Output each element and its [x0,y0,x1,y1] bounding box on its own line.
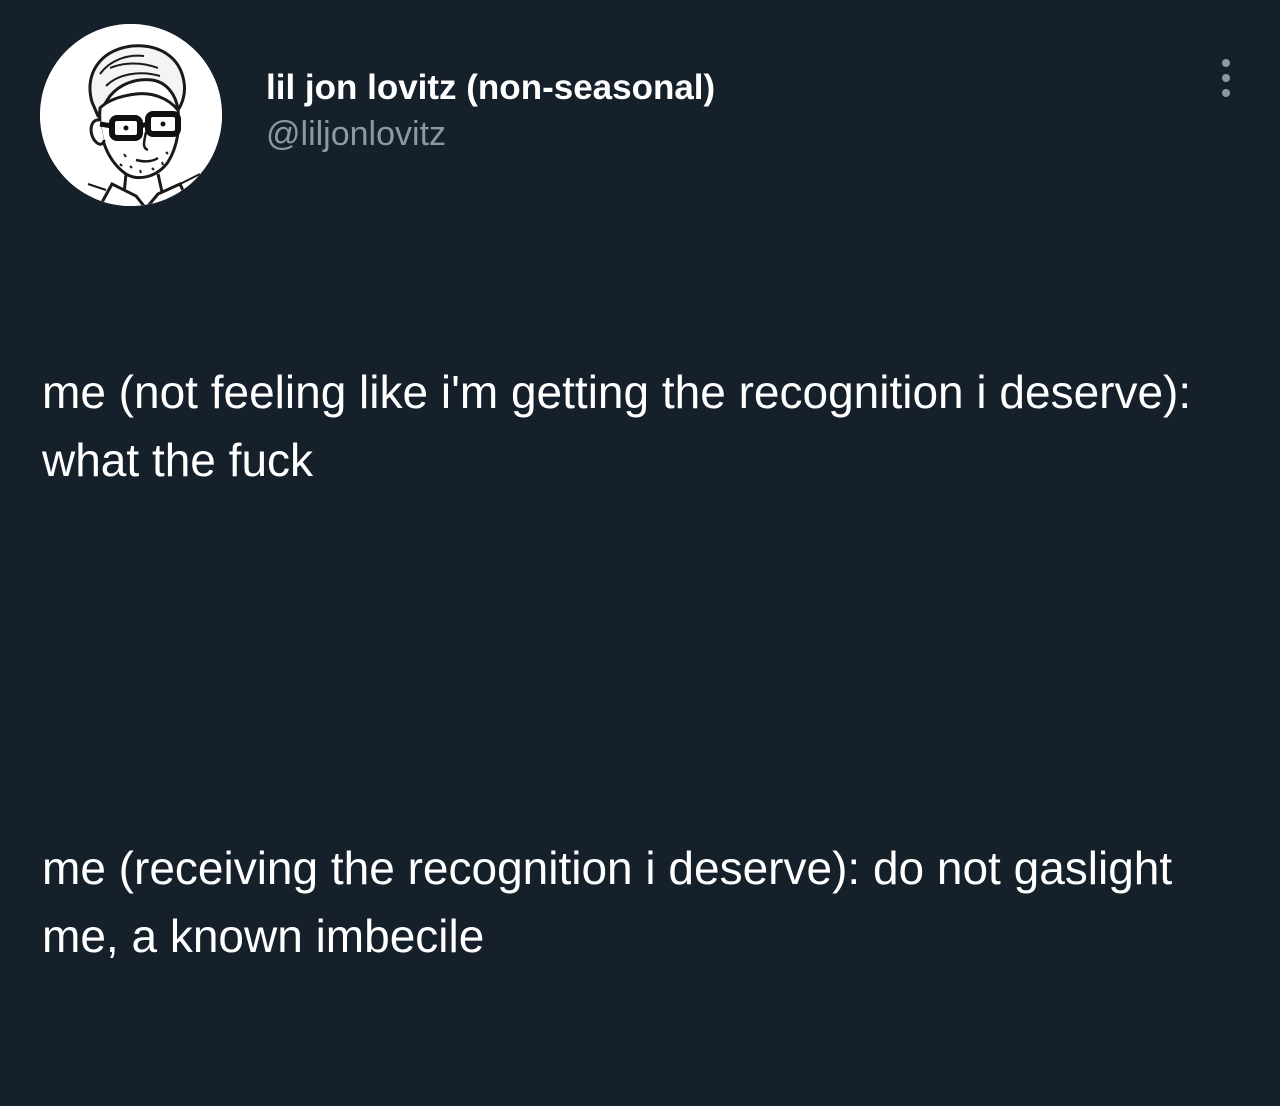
author-handle[interactable]: @liljonlovitz [266,112,715,156]
tweet-text: me (not feeling like i'm getting the rec… [42,222,1242,1106]
more-options-icon [1222,89,1230,97]
tweet: lil jon lovitz (non-seasonal) @liljonlov… [0,0,1280,962]
author-display-name[interactable]: lil jon lovitz (non-seasonal) [266,66,715,110]
author-identity: lil jon lovitz (non-seasonal) @liljonlov… [266,66,715,156]
tweet-paragraph: me (receiving the recognition i deserve)… [42,842,1185,962]
more-options-button[interactable] [1206,52,1246,104]
more-options-icon [1222,74,1230,82]
avatar[interactable] [40,24,222,206]
tweet-paragraph: me (not feeling like i'm getting the rec… [42,366,1204,486]
avatar-illustration-icon [40,24,222,206]
more-options-icon [1222,59,1230,67]
